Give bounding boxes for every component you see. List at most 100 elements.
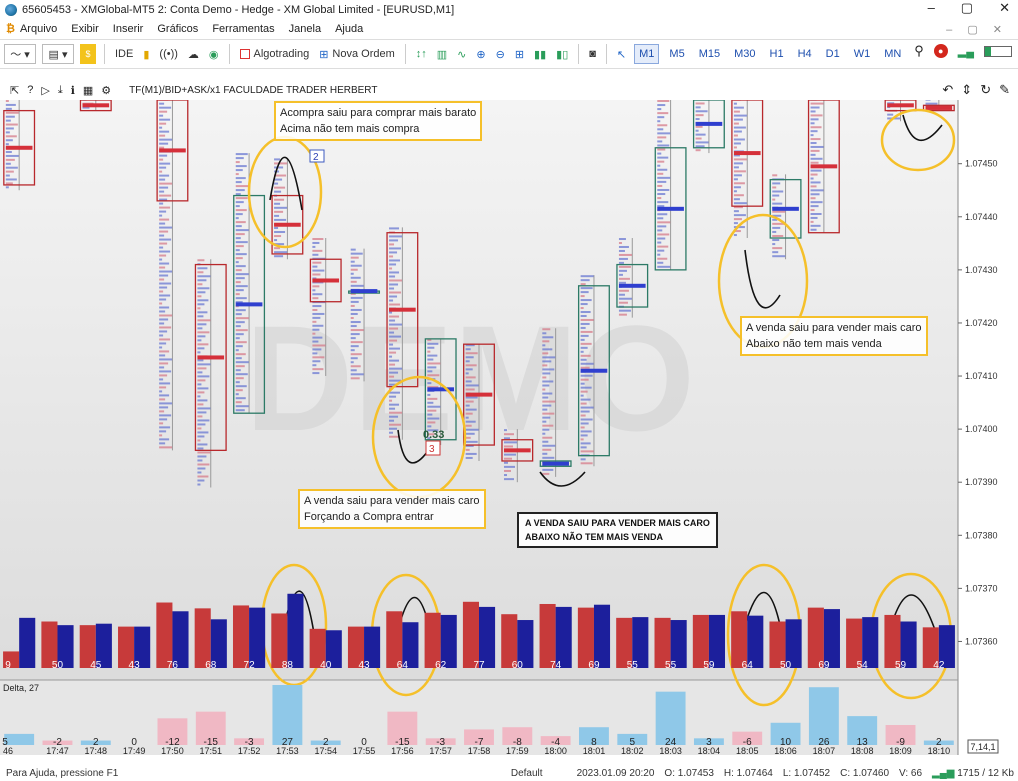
period-h4[interactable]: H4 [794,44,816,64]
footprint-level [197,471,202,474]
footprint-level [274,166,284,169]
footprint-level [427,405,441,408]
bitcoin-icon[interactable]: $ [80,44,96,64]
auto-scroll-icon[interactable]: ▮▮ [532,44,548,64]
signal-strength-icon[interactable]: ▂▄ [958,45,974,58]
time-axis-label: 17:49 [123,746,146,755]
status-datetime: 2023.01.09 20:20 [576,768,655,779]
footprint-level [389,419,395,422]
footprint-level [159,390,163,393]
footprint-level [657,112,669,115]
buy-sell-icon[interactable]: ↕↑ [414,44,429,64]
footprint-level [542,368,555,371]
period-m1[interactable]: M1 [634,44,660,64]
footprint-level [657,237,666,240]
footprint-level [733,122,739,125]
calendar-icon[interactable]: ▦ [83,84,93,97]
footprint-level [159,394,170,397]
line-chart-icon[interactable]: ∿ [455,44,468,64]
edit-icon[interactable]: ✎ [999,82,1010,98]
footprint-level [657,104,666,107]
period-m15[interactable]: M15 [695,44,724,64]
play-icon[interactable]: ▷ [41,84,49,97]
volume-buy-bar [249,607,266,668]
close-button[interactable]: ✕ [999,0,1010,16]
footprint-level [235,265,246,268]
menu-ferramentas[interactable]: Ferramentas [212,23,274,35]
search-icon[interactable]: ⚲ [914,43,924,59]
footprint-level [810,216,818,219]
footprint-level [542,384,550,387]
menu-graficos[interactable]: Gráficos [157,23,198,35]
footprint-level [350,260,355,263]
footprint-level [235,317,249,320]
lock-icon[interactable]: ▮ [141,44,151,64]
vps-icon[interactable]: ◉ [207,44,221,64]
footprint-level [235,373,248,376]
footprint-level [772,194,780,197]
chart-area[interactable]: DEMO 1.07450 1.07440 1.07430 1.07420 1.07410 1… [0,94,1018,756]
footprint-level [235,241,248,244]
period-w1[interactable]: W1 [850,44,875,64]
footprint-level [159,134,166,137]
period-h1[interactable]: H1 [766,44,788,64]
screenshot-icon[interactable]: ◙ [587,44,598,64]
footprint-level [159,322,165,325]
cursor-icon[interactable]: ↖ [615,44,628,64]
child-window-controls[interactable]: – ▢ ✕ [946,23,1008,36]
info-icon[interactable]: ℹ [71,84,75,97]
footprint-level [159,306,170,309]
chart-template-icon[interactable]: ▤ ▾ [42,44,74,64]
footprint-level [657,124,668,127]
zoom-in-icon[interactable]: ⊕ [474,44,487,64]
footprint-level [5,158,15,161]
settings-icon[interactable]: ⚙ [101,84,111,97]
bar-chart-icon[interactable]: ▥ [435,44,449,64]
period-m5[interactable]: M5 [665,44,688,64]
chart-svg: DEMO1.074501.074401.074301.074201.074101… [0,94,999,756]
ide-button[interactable]: IDE [113,44,135,64]
signal-icon[interactable]: ((•)) [157,44,180,64]
footprint-level [465,360,470,363]
download-icon[interactable]: ⤓ [58,84,63,97]
chart-shift-icon[interactable]: ▮▯ [554,44,570,64]
crosshair-icon[interactable]: ⇱ [10,84,19,97]
zoom-out-icon[interactable]: ⊖ [494,44,507,64]
footprint-level [733,114,747,117]
footprint-level [580,322,590,325]
footprint-level [235,369,241,372]
menu-ajuda[interactable]: Ajuda [335,23,363,35]
menu-exibir[interactable]: Exibir [71,23,99,35]
help-icon[interactable]: ? [27,84,33,96]
period-d1[interactable]: D1 [822,44,844,64]
nova-ordem-button[interactable]: ⊞ Nova Ordem [317,44,397,64]
footprint-level [810,118,819,121]
battery-icon[interactable] [984,45,1012,57]
grid-icon[interactable]: ⊞ [513,44,526,64]
period-m30[interactable]: M30 [730,44,759,64]
refresh-icon[interactable]: ↻ [980,82,991,98]
footprint-level [350,325,357,328]
footprint-level [810,157,823,160]
indicator-dropdown-icon[interactable]: 〜 ▾ [4,44,36,64]
menu-arquivo[interactable]: ₿ Arquivo [6,23,57,35]
footprint-level [580,394,584,397]
algotrading-button[interactable]: Algotrading [238,44,312,64]
undo-icon[interactable]: ↶ [942,82,953,98]
menu-inserir[interactable]: Inserir [113,23,144,35]
footprint-level [465,352,478,355]
volume-sell-bar [539,603,556,668]
price-tick-label: 1.07360 [965,636,998,646]
period-mn[interactable]: MN [880,44,905,64]
delta-panel-label: Delta, 27 [3,683,39,693]
footprint-level [312,253,319,256]
cloud-icon[interactable]: ☁ [186,44,201,64]
notification-icon[interactable]: ● [933,44,948,58]
vertical-arrows-icon[interactable]: ⇕ [961,82,972,98]
volume-label: 54 [857,660,869,671]
menu-janela[interactable]: Janela [289,23,321,35]
footprint-level [350,369,357,372]
maximize-button[interactable]: ▢ [961,0,973,16]
poc-bar [695,121,723,126]
minimize-button[interactable]: – [928,0,935,16]
